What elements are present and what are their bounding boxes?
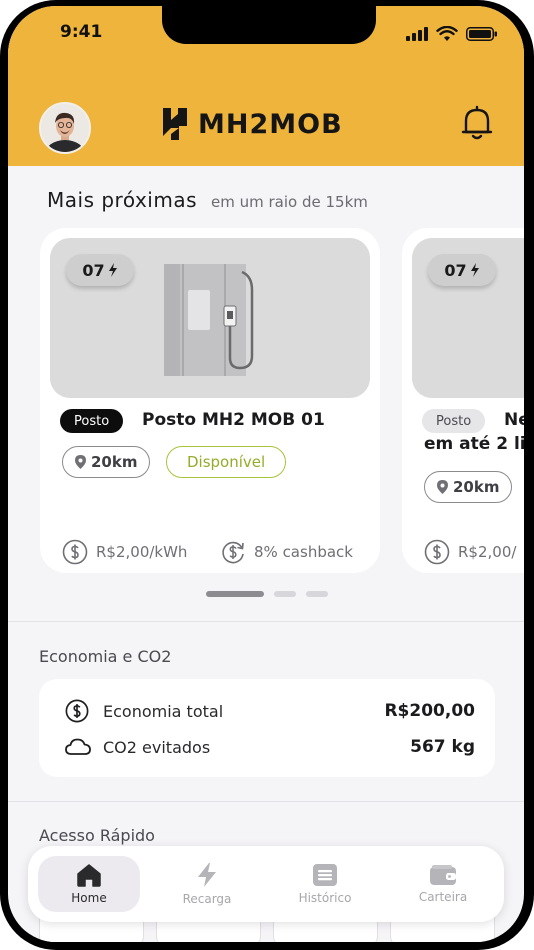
availability-chip: Disponível (166, 446, 287, 478)
price-info: R$2,00/ (424, 539, 516, 565)
price-info: R$2,00/kWh (62, 539, 187, 565)
bottom-navigation: Home Recarga Histórico Carteira (28, 846, 504, 922)
station-name-line2: em até 2 li (424, 434, 524, 454)
logo-bolt-icon (163, 108, 187, 140)
app-screen: 9:41 MH2MOB Mais próximas em um raio de … (8, 6, 524, 942)
economy-value: R$200,00 (384, 701, 475, 721)
status-time: 9:41 (60, 22, 103, 42)
station-card[interactable]: 07 Posto Ne em até 2 li 20km (402, 228, 524, 573)
section-divider (8, 801, 524, 802)
avatar[interactable] (39, 102, 91, 154)
availability-status: Disponível (187, 453, 266, 471)
charger-count-badge: 07 (66, 254, 134, 286)
co2-row: CO2 evitados 567 kg (65, 737, 475, 757)
station-card[interactable]: 07 Posto Posto MH2 MOB 01 20km Disponíve… (40, 228, 380, 573)
distance-value: 20km (91, 453, 138, 471)
list-icon (313, 864, 337, 886)
nav-carteira[interactable]: Carteira (392, 856, 494, 912)
logo-text: MH2MOB (198, 108, 343, 140)
cashback-info: 8% cashback (220, 539, 353, 565)
wifi-icon (436, 26, 458, 41)
carousel-dot[interactable] (306, 591, 328, 597)
co2-value: 567 kg (410, 737, 475, 757)
economy-title: Economia e CO2 (39, 647, 172, 666)
distance-chip: 20km (62, 446, 151, 478)
cloud-icon (65, 738, 91, 755)
device-notch (162, 6, 376, 44)
dollar-circle-icon (424, 539, 450, 565)
home-icon (77, 864, 101, 887)
nav-home[interactable]: Home (38, 856, 140, 912)
status-icons (406, 26, 498, 42)
carousel-dot[interactable] (274, 591, 296, 597)
nearby-section-title: Mais próximas em um raio de 15km (47, 188, 368, 212)
distance-chip: 20km (424, 471, 513, 503)
charger-illustration (164, 264, 254, 376)
cashback-icon (222, 541, 244, 564)
carousel-dot[interactable] (206, 591, 264, 597)
carousel-indicator (206, 591, 328, 597)
notifications-button[interactable] (460, 104, 494, 146)
charger-count: 07 (82, 260, 105, 280)
section-divider (8, 621, 524, 622)
nav-recarga[interactable]: Recarga (156, 856, 258, 912)
nav-carteira-label: Carteira (418, 890, 468, 904)
bell-icon (461, 105, 493, 140)
nearby-title: Mais próximas (47, 188, 197, 212)
nav-historico[interactable]: Histórico (274, 856, 376, 912)
distance-value: 20km (453, 478, 500, 496)
bolt-icon (108, 263, 117, 277)
charger-count-badge: 07 (428, 254, 496, 286)
nav-recarga-label: Recarga (182, 892, 232, 906)
location-pin-icon (75, 455, 86, 469)
wallet-icon (430, 865, 456, 885)
dollar-circle-icon (62, 539, 88, 565)
location-pin-icon (437, 480, 448, 494)
nearby-subtitle: em um raio de 15km (211, 193, 368, 211)
nav-historico-label: Histórico (298, 891, 352, 905)
economy-card: Economia total R$200,00 CO2 evitados 567… (39, 679, 495, 777)
price-value: R$2,00/ (458, 543, 517, 561)
station-type-tag: Posto (60, 409, 124, 433)
battery-icon (466, 27, 497, 41)
station-name: Ne (504, 410, 524, 430)
economy-label: Economia total (103, 701, 224, 721)
charger-count: 07 (444, 260, 467, 280)
bolt-icon (470, 263, 479, 277)
user-photo-icon (41, 104, 89, 152)
signal-icon (406, 27, 428, 41)
station-image: 07 (412, 238, 524, 398)
station-name: Posto MH2 MOB 01 (142, 410, 325, 430)
phone-frame: 9:41 MH2MOB Mais próximas em um raio de … (0, 0, 534, 950)
bolt-icon (198, 863, 216, 887)
co2-label: CO2 evitados (103, 737, 211, 757)
price-value: R$2,00/kWh (96, 543, 188, 561)
station-type-tag: Posto (422, 409, 486, 433)
quick-access-title: Acesso Rápido (39, 826, 155, 845)
economy-row: Economia total R$200,00 (65, 699, 475, 723)
dollar-circle-icon (65, 699, 89, 723)
nav-home-label: Home (71, 891, 107, 905)
station-image: 07 (50, 238, 370, 398)
cashback-value: 8% cashback (254, 543, 353, 561)
app-logo: MH2MOB (160, 106, 343, 142)
